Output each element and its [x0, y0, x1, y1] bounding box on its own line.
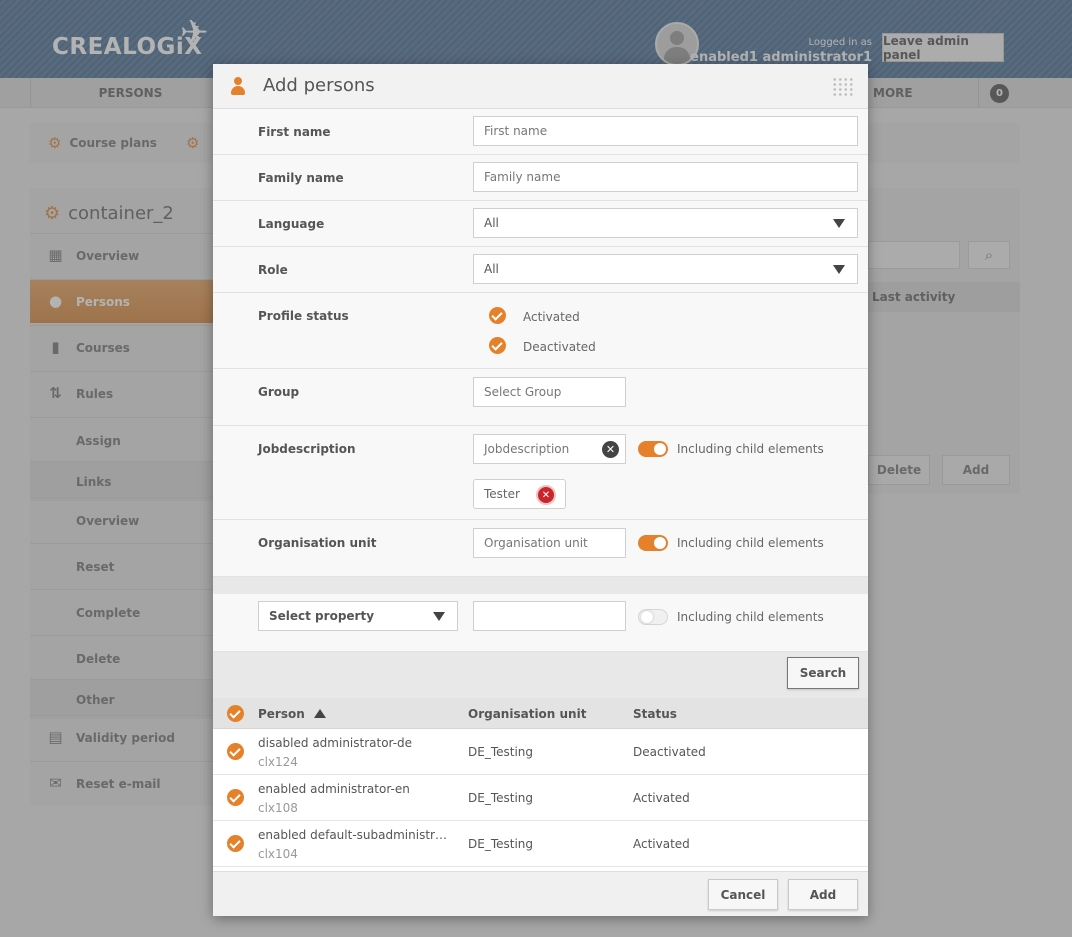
row-checkbox[interactable] [227, 835, 244, 852]
org-unit-input[interactable]: Organisation unit [473, 528, 626, 558]
group-row: Group Select Group [213, 369, 868, 426]
family-name-input[interactable]: Family name [473, 162, 858, 192]
remove-tag-icon[interactable]: ✕ [536, 485, 556, 505]
chevron-down-icon [833, 265, 845, 274]
org-unit-row: Organisation unit Organisation unit Incl… [213, 520, 868, 577]
family-name-row: Family name Family name [213, 155, 868, 201]
role-select[interactable]: All [473, 254, 858, 284]
table-row[interactable]: enabled administrator-en clx108 DE_Testi… [213, 775, 868, 821]
select-all-checkbox[interactable] [227, 705, 244, 722]
cancel-button[interactable]: Cancel [708, 879, 778, 910]
column-status[interactable]: Status [633, 707, 677, 721]
org-unit-child-toggle[interactable] [638, 535, 668, 551]
property-child-toggle[interactable] [638, 609, 668, 625]
chevron-down-icon [833, 219, 845, 228]
table-row[interactable]: disabled administrator-de clx124 DE_Test… [213, 729, 868, 775]
deactivated-checkbox[interactable] [489, 337, 506, 354]
row-checkbox[interactable] [227, 789, 244, 806]
search-button[interactable]: Search [787, 657, 859, 689]
column-org-unit[interactable]: Organisation unit [468, 707, 586, 721]
tag-tester: Tester ✕ [473, 479, 566, 509]
jobdescription-row: Jobdescription Jobdescription ✕ Includin… [213, 426, 868, 520]
jobdescription-input[interactable]: Jobdescription ✕ [473, 434, 626, 464]
select-property[interactable]: Select property [258, 601, 458, 631]
clear-icon[interactable]: ✕ [602, 441, 619, 458]
activated-checkbox[interactable] [489, 307, 506, 324]
language-row: Language All [213, 201, 868, 247]
search-bar: Search [213, 652, 868, 698]
property-row: Select property Including child elements [213, 594, 868, 652]
sort-ascending-icon[interactable] [314, 709, 326, 718]
column-person[interactable]: Person [258, 707, 305, 721]
dialog-title: Add persons [263, 75, 375, 96]
first-name-row: First name First name [213, 109, 868, 155]
chevron-down-icon [433, 612, 445, 621]
role-row: Role All [213, 247, 868, 293]
add-button[interactable]: Add [788, 879, 858, 910]
select-group-input[interactable]: Select Group [473, 377, 626, 407]
drag-handle-icon[interactable] [832, 77, 854, 97]
first-name-input[interactable]: First name [473, 116, 858, 146]
table-row[interactable]: enabled default-subadministrator-en clx1… [213, 821, 868, 867]
property-value-input[interactable] [473, 601, 626, 631]
dialog-footer: Cancel Add [213, 871, 868, 916]
results-table-header: Person Organisation unit Status [213, 698, 868, 729]
add-persons-dialog: Add persons First name First name Family… [213, 64, 868, 916]
jobdescription-child-toggle[interactable] [638, 441, 668, 457]
dialog-header: Add persons [213, 64, 868, 109]
profile-status-row: Profile status Activated Deactivated [213, 293, 868, 369]
row-checkbox[interactable] [227, 743, 244, 760]
person-icon [229, 77, 247, 96]
language-select[interactable]: All [473, 208, 858, 238]
